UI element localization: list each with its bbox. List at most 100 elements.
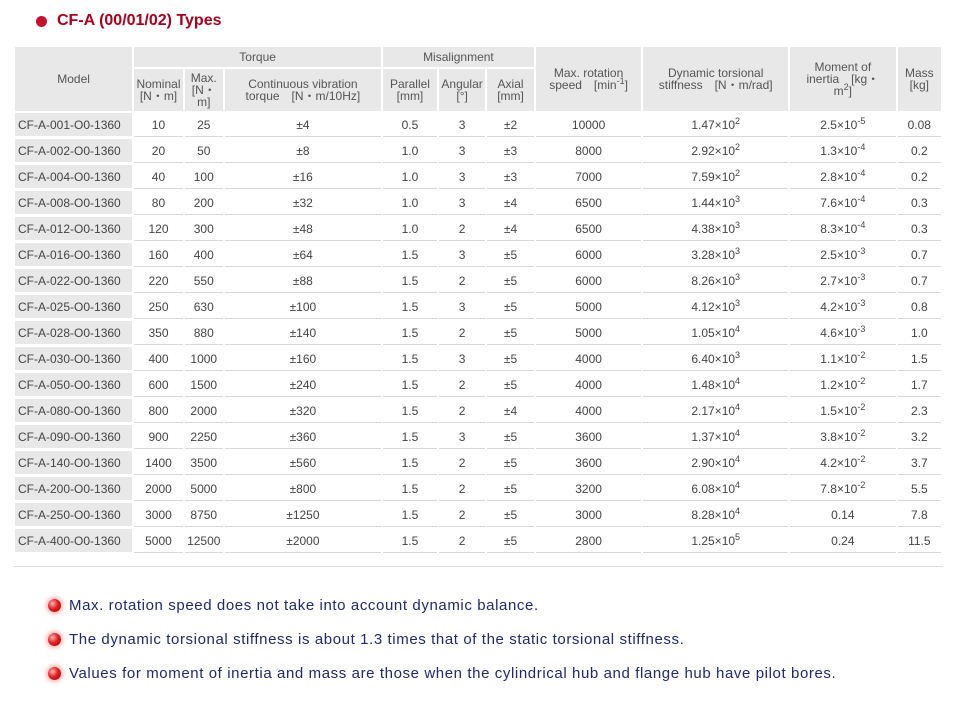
cell-continuous-vibration: ±48 — [224, 217, 382, 241]
cell-axial: ±3 — [487, 165, 534, 189]
cell-parallel: 1.5 — [383, 529, 437, 553]
red-bullet-icon — [48, 632, 61, 646]
cell-moment-of-inertia: 3.8×10-2 — [790, 425, 896, 449]
cell-model: CF-A-012-O0-1360 — [15, 217, 133, 241]
cell-max-rotation-speed: 6500 — [535, 191, 642, 215]
col-axial-header: Axial [mm] — [487, 69, 534, 111]
cell-mass: 3.2 — [897, 425, 941, 449]
cell-continuous-vibration: ±320 — [224, 399, 382, 423]
cell-mass: 0.2 — [897, 139, 941, 163]
cell-max-torque: 5000 — [184, 477, 223, 501]
group-misalignment-header: Misalignment — [383, 47, 534, 67]
cell-model: CF-A-030-O0-1360 — [15, 347, 133, 371]
red-bullet-icon — [48, 666, 61, 680]
cell-continuous-vibration: ±1250 — [224, 503, 382, 527]
cell-angular: 2 — [438, 529, 486, 553]
cell-model: CF-A-400-O0-1360 — [15, 529, 133, 553]
cell-max-rotation-speed: 10000 — [535, 113, 642, 137]
cell-mass: 0.8 — [897, 295, 941, 319]
cell-model: CF-A-200-O0-1360 — [15, 477, 133, 501]
cell-angular: 3 — [438, 295, 486, 319]
cell-mass: 0.08 — [897, 113, 941, 137]
cell-parallel: 0.5 — [383, 113, 437, 137]
cell-axial: ±4 — [487, 191, 534, 215]
cell-parallel: 1.0 — [383, 139, 437, 163]
cell-axial: ±5 — [487, 451, 534, 475]
cell-angular: 2 — [438, 399, 486, 423]
cell-moment-of-inertia: 1.3×10-4 — [790, 139, 896, 163]
cell-model: CF-A-250-O0-1360 — [15, 503, 133, 527]
cell-model: CF-A-080-O0-1360 — [15, 399, 133, 423]
cell-max-rotation-speed: 8000 — [535, 139, 642, 163]
col-max-header: Max. [N・m] — [184, 69, 223, 111]
cell-model: CF-A-022-O0-1360 — [15, 269, 133, 293]
cell-dynamic-stiffness: 4.12×103 — [643, 295, 789, 319]
cell-parallel: 1.5 — [383, 321, 437, 345]
cell-dynamic-stiffness: 2.17×104 — [643, 399, 789, 423]
red-bullet-icon — [48, 598, 61, 612]
cell-nominal: 800 — [134, 399, 183, 423]
cell-angular: 2 — [438, 451, 486, 475]
table-row: CF-A-028-O0-1360 350 880 ±140 1.5 2 ±5 5000 1.05… — [15, 321, 941, 345]
cell-moment-of-inertia: 7.8×10-2 — [790, 477, 896, 501]
cell-angular: 3 — [438, 191, 486, 215]
cell-mass: 2.3 — [897, 399, 941, 423]
cell-max-torque: 550 — [184, 269, 223, 293]
cell-dynamic-stiffness: 8.26×103 — [643, 269, 789, 293]
cell-parallel: 1.0 — [383, 165, 437, 189]
cell-nominal: 120 — [134, 217, 183, 241]
cell-mass: 3.7 — [897, 451, 941, 475]
cell-nominal: 1400 — [134, 451, 183, 475]
cell-max-torque: 630 — [184, 295, 223, 319]
cell-parallel: 1.5 — [383, 295, 437, 319]
cell-axial: ±5 — [487, 373, 534, 397]
cell-moment-of-inertia: 8.3×10-4 — [790, 217, 896, 241]
cell-angular: 2 — [438, 373, 486, 397]
cell-dynamic-stiffness: 1.25×105 — [643, 529, 789, 553]
cell-dynamic-stiffness: 1.47×102 — [643, 113, 789, 137]
cell-angular: 2 — [438, 269, 486, 293]
cell-nominal: 600 — [134, 373, 183, 397]
note-item: Max. rotation speed does not take into a… — [48, 588, 836, 622]
cell-max-rotation-speed: 3600 — [535, 451, 642, 475]
cell-angular: 3 — [438, 425, 486, 449]
cell-mass: 7.8 — [897, 503, 941, 527]
cell-nominal: 40 — [134, 165, 183, 189]
cell-max-rotation-speed: 2800 — [535, 529, 642, 553]
cell-nominal: 220 — [134, 269, 183, 293]
cell-dynamic-stiffness: 3.28×103 — [643, 243, 789, 267]
table-row: CF-A-025-O0-1360 250 630 ±100 1.5 3 ±5 5000 4.12… — [15, 295, 941, 319]
cell-parallel: 1.0 — [383, 191, 437, 215]
cell-angular: 2 — [438, 477, 486, 501]
cell-angular: 3 — [438, 139, 486, 163]
cell-moment-of-inertia: 0.14 — [790, 503, 896, 527]
table-row: CF-A-090-O0-1360 900 2250 ±360 1.5 3 ±5 3600 1.3… — [15, 425, 941, 449]
cell-continuous-vibration: ±800 — [224, 477, 382, 501]
cell-moment-of-inertia: 1.2×10-2 — [790, 373, 896, 397]
cell-nominal: 900 — [134, 425, 183, 449]
cell-continuous-vibration: ±360 — [224, 425, 382, 449]
cell-continuous-vibration: ±32 — [224, 191, 382, 215]
cell-model: CF-A-028-O0-1360 — [15, 321, 133, 345]
cell-model: CF-A-001-O0-1360 — [15, 113, 133, 137]
cell-axial: ±2 — [487, 113, 534, 137]
cell-continuous-vibration: ±8 — [224, 139, 382, 163]
cell-axial: ±3 — [487, 139, 534, 163]
cell-max-rotation-speed: 3000 — [535, 503, 642, 527]
table-row: CF-A-016-O0-1360 160 400 ±64 1.5 3 ±5 6000 3.28×… — [15, 243, 941, 267]
spec-table-body: CF-A-001-O0-1360 10 25 ±4 0.5 3 ±2 10000 1.47×10… — [15, 113, 941, 553]
table-row: CF-A-250-O0-1360 3000 8750 ±1250 1.5 2 ±5 3000 8… — [15, 503, 941, 527]
cell-dynamic-stiffness: 1.48×104 — [643, 373, 789, 397]
cell-moment-of-inertia: 4.2×10-3 — [790, 295, 896, 319]
cell-mass: 0.2 — [897, 165, 941, 189]
cell-max-rotation-speed: 3200 — [535, 477, 642, 501]
cell-max-torque: 200 — [184, 191, 223, 215]
cell-axial: ±5 — [487, 477, 534, 501]
cell-parallel: 1.0 — [383, 217, 437, 241]
cell-continuous-vibration: ±560 — [224, 451, 382, 475]
cell-moment-of-inertia: 2.5×10-5 — [790, 113, 896, 137]
cell-max-rotation-speed: 5000 — [535, 321, 642, 345]
cell-parallel: 1.5 — [383, 477, 437, 501]
cell-max-rotation-speed: 4000 — [535, 347, 642, 371]
note-text: The dynamic torsional stiffness is about… — [69, 630, 685, 648]
